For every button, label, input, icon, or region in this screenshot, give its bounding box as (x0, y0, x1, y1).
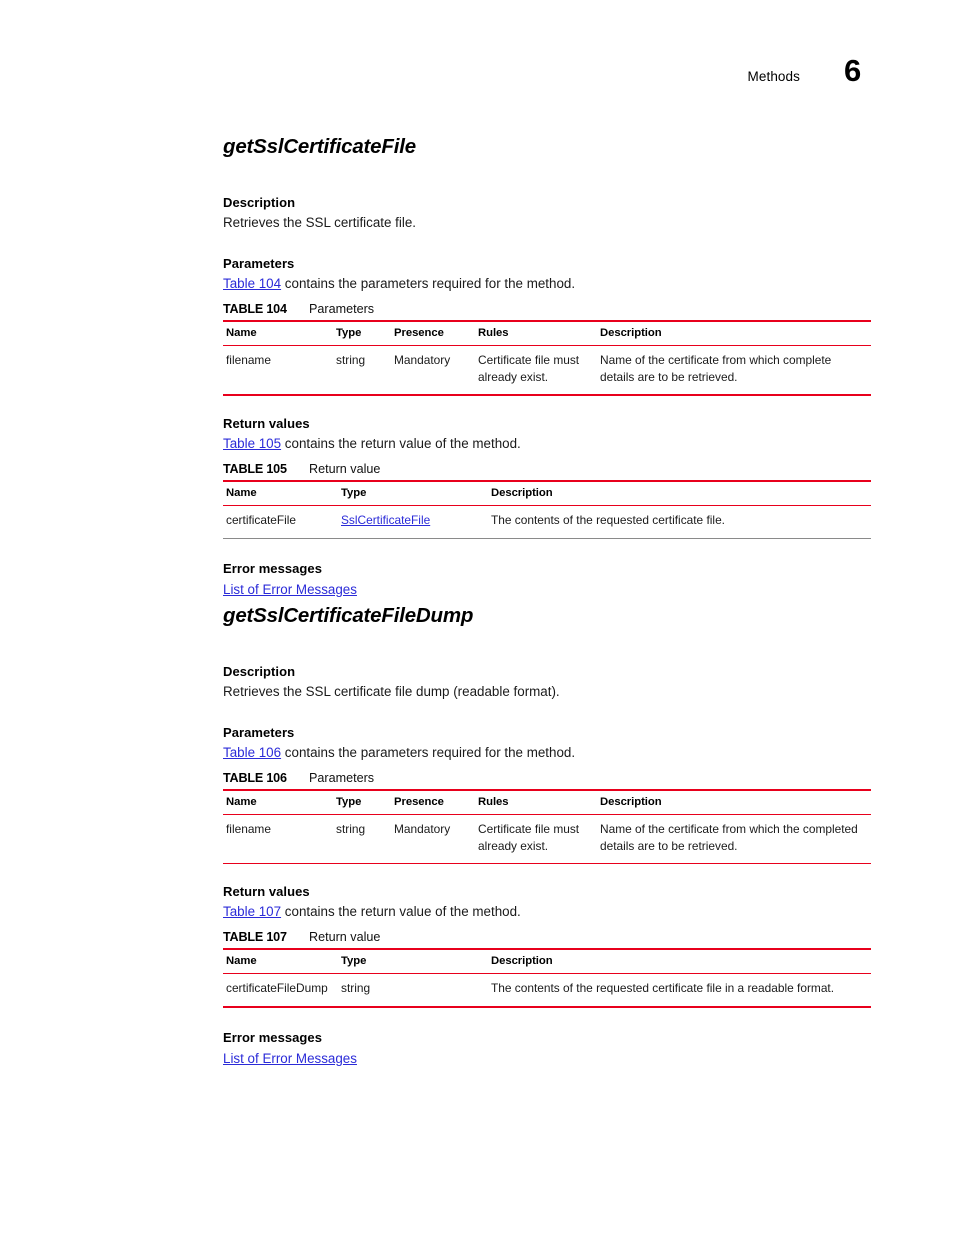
cell-name: filename (223, 345, 333, 396)
cell-name: filename (223, 814, 333, 864)
cell-description: The contents of the requested certificat… (488, 973, 871, 1007)
table-106-link[interactable]: Table 106 (223, 745, 281, 760)
cell-type: string (333, 345, 391, 396)
parameters-heading: Parameters (223, 256, 295, 272)
parameters-heading: Parameters (223, 725, 295, 741)
col-header-presence: Presence (391, 320, 475, 346)
description-text: Retrieves the SSL certificate file dump … (223, 684, 560, 699)
table-107-number: TABLE 107 (223, 930, 287, 945)
col-header-rules: Rules (475, 789, 597, 815)
running-header: Methods 6 (0, 55, 870, 86)
table-107-caption: TABLE 107 Return value (223, 930, 871, 944)
description-text: Retrieves the SSL certificate file. (223, 215, 417, 230)
col-header-presence: Presence (391, 789, 475, 815)
table-106-caption: TABLE 106 Parameters (223, 771, 871, 785)
table-row: certificateFileDump string The contents … (223, 973, 871, 1007)
col-header-description: Description (597, 320, 871, 346)
list-of-error-messages-link[interactable]: List of Error Messages (223, 1051, 357, 1066)
table-header-row: Name Type Presence Rules Description (223, 320, 871, 346)
return-intro-rest: contains the return value of the method. (281, 436, 521, 452)
cell-type: string (338, 973, 488, 1007)
method-section-getsslcertificatefiledump: getSslCertificateFileDump Description Re… (223, 604, 871, 1068)
cell-rules: Certificate file must already exist. (475, 345, 597, 396)
table-row: filename string Mandatory Certificate fi… (223, 814, 871, 864)
cell-description: Name of the certificate from which compl… (597, 345, 871, 396)
cell-presence: Mandatory (391, 345, 475, 396)
parameters-intro-rest: contains the parameters required for the… (281, 276, 576, 292)
parameters-intro: Table 104 contains the parameters requir… (223, 275, 871, 293)
return-values-heading: Return values (223, 884, 310, 900)
cell-rules: Certificate file must already exist. (475, 814, 597, 864)
table-105-caption: TABLE 105 Return value (223, 462, 871, 476)
table-105-link[interactable]: Table 105 (223, 436, 281, 451)
ssl-certificate-file-type-link[interactable]: SslCertificateFile (341, 513, 430, 527)
cell-description: Name of the certificate from which the c… (597, 814, 871, 864)
table-105: Name Type Description certificateFile Ss… (223, 480, 871, 539)
col-header-name: Name (223, 789, 333, 815)
return-intro-rest: contains the return value of the method. (281, 904, 521, 920)
return-values-intro: Table 107 contains the return value of t… (223, 903, 871, 921)
table-107: Name Type Description certificateFileDum… (223, 948, 871, 1009)
table-header-row: Name Type Description (223, 948, 871, 974)
table-107-name: Return value (309, 930, 381, 945)
table-header-row: Name Type Presence Rules Description (223, 789, 871, 815)
table-106-number: TABLE 106 (223, 771, 287, 786)
col-header-rules: Rules (475, 320, 597, 346)
col-header-name: Name (223, 320, 333, 346)
cell-presence: Mandatory (391, 814, 475, 864)
method-section-getsslcertificatefile: getSslCertificateFile Description Retrie… (223, 135, 871, 599)
cell-name: certificateFile (223, 505, 338, 539)
table-104-caption: TABLE 104 Parameters (223, 302, 871, 316)
table-106-name: Parameters (309, 771, 375, 786)
table-row: certificateFile SslCertificateFile The c… (223, 505, 871, 539)
method-title: getSslCertificateFile (223, 135, 416, 158)
table-105-name: Return value (309, 462, 381, 477)
col-header-description: Description (597, 789, 871, 815)
return-values-heading: Return values (223, 416, 310, 432)
table-107-link[interactable]: Table 107 (223, 904, 281, 919)
cell-name: certificateFileDump (223, 973, 338, 1007)
error-messages-heading: Error messages (223, 560, 322, 576)
col-header-description: Description (488, 480, 871, 506)
method-title: getSslCertificateFileDump (223, 604, 474, 627)
parameters-intro-rest: contains the parameters required for the… (281, 745, 576, 761)
description-heading: Description (223, 195, 296, 210)
col-header-name: Name (223, 948, 338, 974)
error-messages-link-wrap: List of Error Messages (223, 581, 871, 599)
list-of-error-messages-link[interactable]: List of Error Messages (223, 582, 357, 597)
table-104: Name Type Presence Rules Description fil… (223, 320, 871, 398)
table-104-number: TABLE 104 (223, 302, 287, 317)
cell-description: The contents of the requested certificat… (488, 505, 871, 539)
table-row: filename string Mandatory Certificate fi… (223, 345, 871, 396)
cell-type: SslCertificateFile (338, 505, 488, 539)
header-section-label: Methods (747, 69, 800, 84)
col-header-type: Type (333, 789, 391, 815)
cell-type: string (333, 814, 391, 864)
col-header-type: Type (338, 480, 488, 506)
col-header-name: Name (223, 480, 338, 506)
header-chapter-number: 6 (844, 53, 862, 88)
return-values-intro: Table 105 contains the return value of t… (223, 435, 871, 453)
error-messages-link-wrap: List of Error Messages (223, 1050, 871, 1068)
table-header-row: Name Type Description (223, 480, 871, 506)
table-106: Name Type Presence Rules Description fil… (223, 789, 871, 865)
table-104-link[interactable]: Table 104 (223, 276, 281, 291)
error-messages-heading: Error messages (223, 1029, 322, 1045)
parameters-intro: Table 106 contains the parameters requir… (223, 744, 871, 762)
table-104-name: Parameters (309, 302, 375, 317)
col-header-type: Type (338, 948, 488, 974)
document-page: Methods 6 getSslCertificateFile Descript… (0, 0, 954, 1235)
col-header-type: Type (333, 320, 391, 346)
col-header-description: Description (488, 948, 871, 974)
description-heading: Description (223, 664, 296, 679)
table-105-number: TABLE 105 (223, 462, 287, 477)
